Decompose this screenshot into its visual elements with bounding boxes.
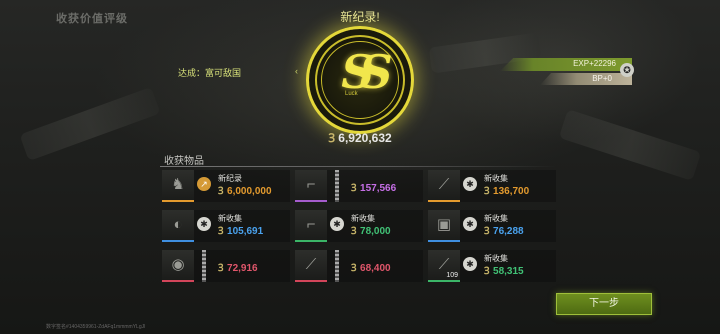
bp-reward: BP+0 — [540, 73, 632, 85]
item-thumbnail: ⟋ 109 — [428, 250, 460, 282]
item-thumbnail: ♞ — [162, 170, 194, 202]
coin-icon: Ꝫ — [218, 263, 228, 274]
divider — [160, 166, 556, 167]
item-value: Ꝫ 58,315 — [484, 266, 524, 277]
chevron-left-icon: ‹ — [295, 66, 298, 76]
item-thumbnail: ⌐ — [295, 210, 327, 242]
footer-text: 数字签名#1404359961-ZdAFq1mmmmYLgJl — [46, 324, 146, 330]
coin-icon: Ꝫ — [351, 183, 361, 194]
total-value-text: 6,920,632 — [338, 131, 392, 145]
new-collection-badge-icon: ✱ — [197, 217, 211, 231]
medal-sub-text: Luck — [345, 91, 358, 97]
new-collection-badge-icon: ✱ — [463, 177, 477, 191]
item-value: Ꝫ 157,566 — [351, 183, 397, 194]
pharaoh-statue-icon: ♞ — [171, 176, 185, 193]
coin-icon: Ꝫ — [218, 226, 228, 237]
item-card[interactable]: ⌐ Ꝫ 157,566 — [295, 170, 423, 202]
item-thumbnail: ◉ — [162, 250, 194, 282]
item-value: Ꝫ 78,000 — [351, 226, 391, 237]
coin-icon: Ꝫ — [484, 186, 494, 197]
items-grid[interactable]: ♞ ↗ 新纪录 Ꝫ 6,000,000 ⌐ Ꝫ 157,566 ⟋ ✱ 新收集 Ꝫ 136,700… — [162, 170, 558, 288]
separator — [335, 170, 339, 202]
new-collection-badge-icon: ✱ — [463, 217, 477, 231]
rifle-icon: ⌐ — [306, 176, 316, 193]
exp-text: EXP+22296 — [573, 59, 616, 68]
rank-medal: SS Luck — [306, 26, 414, 134]
separator — [202, 250, 206, 282]
item-thumbnail: ⟋ — [295, 250, 327, 282]
item-thumbnail: ⌐ — [295, 170, 327, 202]
item-thumbnail: ⟋ — [428, 170, 460, 202]
item-value: Ꝫ 76,288 — [484, 226, 524, 237]
device-icon: ◉ — [171, 256, 185, 273]
item-thumbnail: ▣ — [428, 210, 460, 242]
new-collection-badge-icon: ✱ — [463, 257, 477, 271]
item-value: Ꝫ 136,700 — [484, 186, 530, 197]
item-card[interactable]: ⟋ Ꝫ 68,400 — [295, 250, 423, 282]
bp-text: BP+0 — [592, 74, 612, 83]
separator — [335, 250, 339, 282]
total-value: Ꝫ 6,920,632 — [0, 129, 720, 146]
new-collection-badge-icon: ✱ — [330, 217, 344, 231]
vest-icon: ▣ — [436, 216, 452, 233]
coin-icon: Ꝫ — [218, 186, 228, 197]
item-card[interactable]: ♞ ↗ 新纪录 Ꝫ 6,000,000 — [162, 170, 290, 202]
medal-rank-text: SS — [341, 45, 392, 99]
record-badge-icon: ↗ — [197, 177, 211, 191]
item-value: Ꝫ 105,691 — [218, 226, 264, 237]
item-card[interactable]: ◉ Ꝫ 72,916 — [162, 250, 290, 282]
item-card[interactable]: ◐ ✱ 新收集 Ꝫ 105,691 — [162, 210, 290, 242]
assault-rifle-icon: ⌐ — [306, 216, 316, 233]
next-button[interactable]: 下一步 — [556, 293, 652, 315]
coin-icon: Ꝫ — [328, 131, 335, 145]
item-card[interactable]: ⌐ ✱ 新收集 Ꝫ 78,000 — [295, 210, 423, 242]
item-value: Ꝫ 72,916 — [218, 263, 258, 274]
coin-icon: Ꝫ — [351, 226, 361, 237]
item-thumbnail: ◐ — [162, 210, 194, 242]
coin-icon: Ꝫ — [484, 226, 494, 237]
section-title: 收获物品 — [164, 156, 204, 167]
tag-icon: ✪ — [620, 63, 634, 77]
helmet-icon: ◐ — [173, 216, 183, 233]
item-value: Ꝫ 6,000,000 — [218, 186, 272, 197]
item-value: Ꝫ 68,400 — [351, 263, 391, 274]
coin-icon: Ꝫ — [351, 263, 361, 274]
coin-icon: Ꝫ — [484, 266, 494, 277]
item-quantity: 109 — [446, 272, 458, 279]
exp-reward: EXP+22296 — [500, 58, 632, 71]
new-record-title: 新纪录! — [340, 10, 380, 24]
item-card[interactable]: ⟋ ✱ 新收集 Ꝫ 136,700 — [428, 170, 556, 202]
feather-icon: ⟋ — [438, 176, 450, 193]
achievement-text: 达成：富可敌国 — [178, 68, 242, 78]
knife-icon: ⟋ — [305, 256, 317, 273]
item-card[interactable]: ⟋ 109 ✱ 新收集 Ꝫ 58,315 — [428, 250, 556, 282]
item-card[interactable]: ▣ ✱ 新收集 Ꝫ 76,288 — [428, 210, 556, 242]
